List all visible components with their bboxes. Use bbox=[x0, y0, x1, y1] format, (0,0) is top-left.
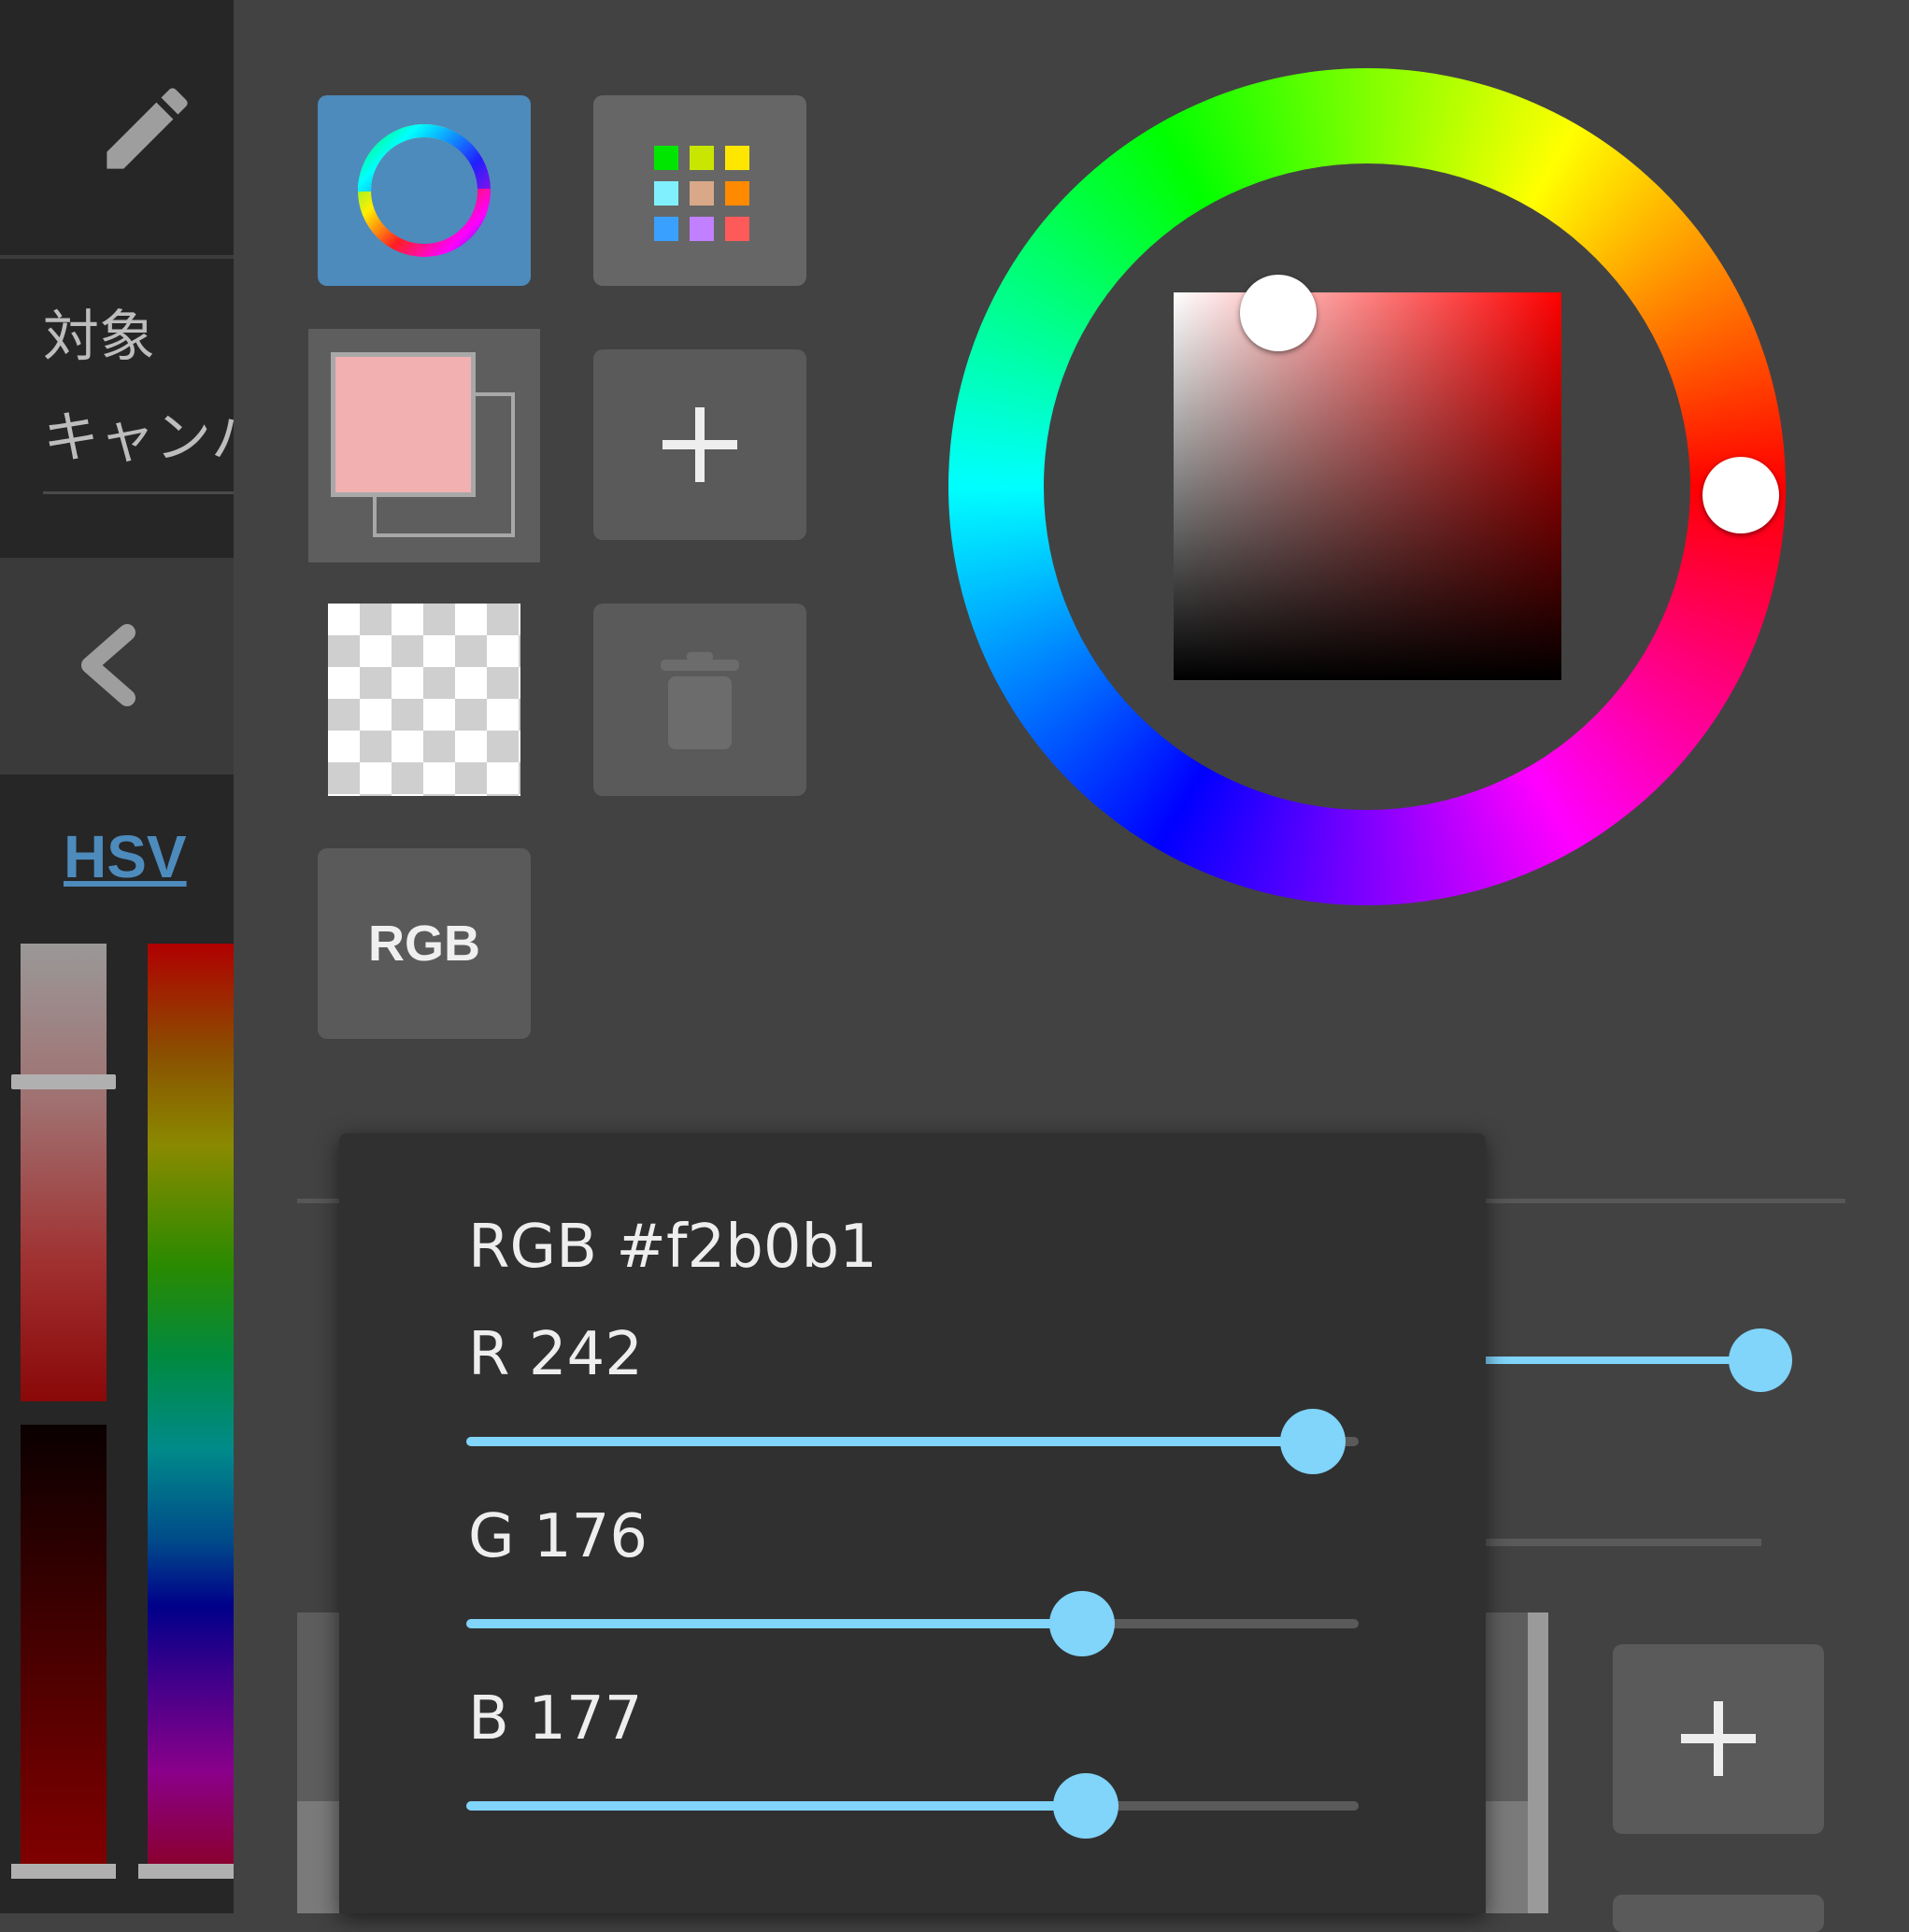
red-value-label: R 242 bbox=[468, 1320, 643, 1389]
background-panel-edge bbox=[1528, 1612, 1548, 1913]
slider-fill bbox=[466, 1437, 1313, 1446]
saturation-value-square[interactable] bbox=[1174, 292, 1561, 680]
slider-thumb[interactable] bbox=[1280, 1409, 1346, 1474]
palette-dot bbox=[725, 217, 749, 241]
saturation-bar[interactable] bbox=[21, 944, 107, 1401]
palette-dot bbox=[654, 181, 678, 206]
pencil-tool-button[interactable] bbox=[0, 0, 234, 257]
palette-dot bbox=[690, 217, 714, 241]
left-panel: 対象 キャンバ HSV bbox=[0, 0, 234, 1913]
rgb-mode-button[interactable]: RGB bbox=[318, 848, 531, 1039]
background-slider-track[interactable] bbox=[1458, 1357, 1761, 1364]
slider-thumb[interactable] bbox=[1049, 1591, 1115, 1656]
palette-grid-icon bbox=[654, 146, 749, 241]
saturation-value-handle[interactable] bbox=[1240, 275, 1317, 351]
delete-color-button[interactable] bbox=[593, 604, 806, 796]
value-handle[interactable] bbox=[11, 1864, 116, 1879]
saturation-handle[interactable] bbox=[11, 1074, 116, 1089]
chevron-left-icon bbox=[81, 624, 135, 706]
background-slider-track[interactable] bbox=[1458, 1539, 1761, 1546]
pencil-icon bbox=[107, 88, 188, 169]
palette-dot bbox=[654, 217, 678, 241]
transparent-color-swatch[interactable] bbox=[328, 604, 520, 796]
back-button[interactable] bbox=[0, 558, 234, 774]
slider-fill bbox=[466, 1801, 1086, 1811]
background-button[interactable] bbox=[1613, 1895, 1824, 1932]
slider-thumb[interactable] bbox=[1053, 1773, 1118, 1839]
red-slider[interactable] bbox=[466, 1409, 1359, 1474]
plus-icon bbox=[1681, 1701, 1756, 1776]
palette-dot bbox=[654, 146, 678, 170]
blue-slider[interactable] bbox=[466, 1773, 1359, 1839]
palette-mode-button[interactable] bbox=[593, 95, 806, 286]
hsv-mode-link[interactable]: HSV bbox=[64, 822, 187, 891]
canvas-target-label: キャンバ bbox=[43, 405, 234, 471]
blue-value-label: B 177 bbox=[468, 1684, 643, 1754]
value-bar[interactable] bbox=[21, 1425, 107, 1864]
target-underline bbox=[43, 491, 234, 494]
hue-ring-handle[interactable] bbox=[1702, 457, 1779, 533]
primary-color-swatch[interactable] bbox=[331, 352, 476, 497]
palette-dot bbox=[690, 181, 714, 206]
green-slider[interactable] bbox=[466, 1591, 1359, 1656]
target-label: 対象 bbox=[43, 305, 155, 370]
palette-dot bbox=[725, 146, 749, 170]
trash-icon bbox=[661, 652, 739, 749]
plus-icon bbox=[662, 407, 737, 482]
color-wheel-icon bbox=[358, 124, 491, 257]
add-color-button[interactable] bbox=[593, 349, 806, 540]
palette-dot bbox=[690, 146, 714, 170]
hue-bar[interactable] bbox=[148, 944, 234, 1864]
palette-dot bbox=[725, 181, 749, 206]
slider-fill bbox=[466, 1619, 1082, 1628]
background-slider-thumb[interactable] bbox=[1729, 1328, 1792, 1392]
rgb-hex-label: RGB #f2b0b1 bbox=[468, 1213, 877, 1282]
green-value-label: G 176 bbox=[468, 1502, 648, 1571]
background-add-button[interactable] bbox=[1613, 1644, 1824, 1834]
hue-handle[interactable] bbox=[138, 1864, 234, 1879]
color-wheel-mode-button[interactable] bbox=[318, 95, 531, 286]
